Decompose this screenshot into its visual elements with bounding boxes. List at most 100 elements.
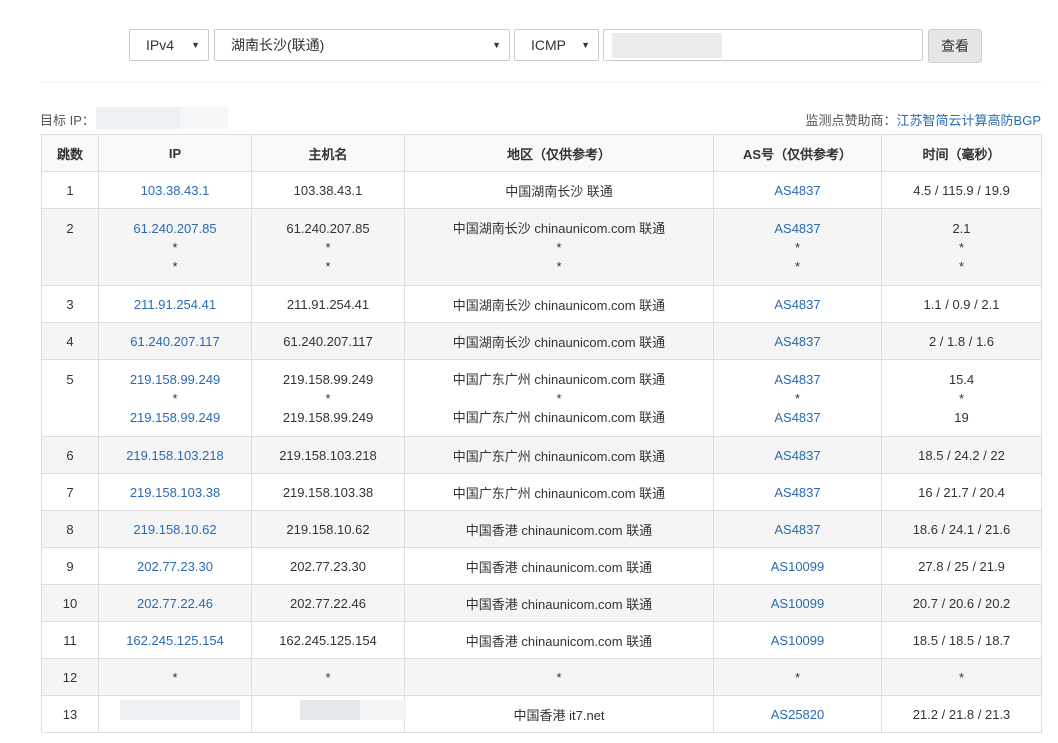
region-value: *: [556, 258, 562, 274]
as-value[interactable]: AS4837: [714, 448, 881, 463]
as-value[interactable]: AS4837: [714, 183, 881, 198]
as-value[interactable]: AS10099: [714, 596, 881, 611]
table-row: 6 219.158.103.218 219.158.103.218 中国广东广州 ch…: [41, 436, 1042, 474]
hostname-value: 61.240.207.117: [283, 333, 373, 349]
ip-value[interactable]: 219.158.10.62: [99, 522, 251, 537]
time-value: 20.7 / 20.6 / 20.2: [912, 595, 1011, 611]
time-value: 2.1: [952, 220, 971, 236]
region-cell: 中国湖南长沙 chinaunicom.com 联通 * *: [404, 208, 714, 286]
node-value: 湖南长沙(联通): [231, 37, 325, 53]
ip-cell: *: [98, 658, 252, 696]
hostname-value: 219.158.99.249: [282, 371, 374, 387]
as-cell: AS25820: [713, 695, 882, 733]
ip-value[interactable]: 219.158.103.38: [99, 485, 251, 500]
time-cell: 2 / 1.8 / 1.6: [881, 322, 1042, 360]
as-value[interactable]: AS4837: [714, 219, 881, 238]
as-cell: AS10099: [713, 547, 882, 585]
table-row: 11 162.245.125.154 162.245.125.154 中国香港 chi…: [41, 621, 1042, 659]
ip-value[interactable]: 219.158.99.249: [99, 408, 251, 427]
hostname-cell: 202.77.23.30: [251, 547, 405, 585]
region-cell: *: [404, 658, 714, 696]
as-value[interactable]: AS25820: [714, 707, 881, 722]
header-time: 时间（毫秒）: [881, 134, 1042, 172]
ip-value[interactable]: 162.245.125.154: [99, 633, 251, 648]
method-select[interactable]: ICMP ▼: [514, 29, 599, 61]
table-header-row: 跳数 IP 主机名 地区（仅供参考） AS号（仅供参考） 时间（毫秒）: [41, 134, 1042, 172]
as-value: *: [794, 390, 801, 406]
table-row: 7 219.158.103.38 219.158.103.38 中国广东广州 chin…: [41, 473, 1042, 511]
as-value[interactable]: AS4837: [714, 522, 881, 537]
ip-cell: 61.240.207.85 * *: [98, 208, 252, 286]
hop-cell: 12: [41, 658, 99, 696]
ip-value[interactable]: 202.77.23.30: [99, 559, 251, 574]
ip-value[interactable]: 211.91.254.41: [99, 297, 251, 312]
time-value: 16 / 21.7 / 20.4: [918, 484, 1005, 500]
ip-value[interactable]: 103.38.43.1: [99, 183, 251, 198]
region-cell: 中国广东广州 chinaunicom.com 联通: [404, 436, 714, 474]
hop-cell: 10: [41, 584, 99, 622]
ip-value[interactable]: 219.158.99.249: [99, 370, 251, 389]
hostname-value: *: [325, 239, 331, 255]
ip-value: *: [172, 258, 178, 274]
as-value: *: [794, 239, 801, 255]
redacted-hostname-part: [360, 700, 406, 720]
hostname-cell: *: [251, 658, 405, 696]
hostname-value: 202.77.22.46: [290, 595, 366, 611]
as-value[interactable]: AS10099: [714, 633, 881, 648]
hop-cell: 6: [41, 436, 99, 474]
table-row: 10 202.77.22.46 202.77.22.46 中国香港 chinaunic…: [41, 584, 1042, 622]
region-value: *: [556, 390, 562, 406]
as-value[interactable]: AS4837: [714, 297, 881, 312]
region-value: 中国香港 chinaunicom.com 联通: [465, 522, 653, 538]
ip-value: *: [172, 390, 178, 406]
hostname-cell: 61.240.207.117: [251, 322, 405, 360]
region-cell: 中国香港 it7.net: [404, 695, 714, 733]
as-cell: AS4837 * AS4837: [713, 359, 882, 437]
time-value: 4.5 / 115.9 / 19.9: [913, 182, 1010, 198]
time-value: 18.5 / 18.5 / 18.7: [912, 632, 1011, 648]
time-cell: 21.2 / 21.8 / 21.3: [881, 695, 1042, 733]
hop-cell: 8: [41, 510, 99, 548]
time-value: 2 / 1.8 / 1.6: [928, 333, 995, 349]
protocol-select[interactable]: IPv4 ▼: [129, 29, 209, 61]
caret-down-icon: ▼: [581, 40, 590, 50]
header-region: 地区（仅供参考）: [404, 134, 714, 172]
time-value: 15.4: [948, 371, 975, 387]
ip-cell: 211.91.254.41: [98, 285, 252, 323]
hostname-value: 103.38.43.1: [293, 182, 363, 198]
ip-value[interactable]: 219.158.103.218: [99, 448, 251, 463]
query-button[interactable]: 查看: [928, 29, 982, 63]
table-row: 8 219.158.10.62 219.158.10.62 中国香港 chinauni…: [41, 510, 1042, 548]
table-row: 4 61.240.207.117 61.240.207.117 中国湖南长沙 chin…: [41, 322, 1042, 360]
region-value: 中国香港 it7.net: [513, 707, 605, 723]
as-cell: AS4837: [713, 436, 882, 474]
monitor-node-select[interactable]: 湖南长沙(联通) ▼: [214, 29, 510, 61]
region-value: 中国香港 chinaunicom.com 联通: [465, 559, 653, 575]
caret-down-icon: ▼: [492, 40, 501, 50]
ip-cell: 219.158.103.218: [98, 436, 252, 474]
region-value: 中国广东广州 chinaunicom.com 联通: [452, 485, 666, 501]
region-value: *: [556, 239, 562, 255]
ip-cell: 61.240.207.117: [98, 322, 252, 360]
time-cell: 18.5 / 18.5 / 18.7: [881, 621, 1042, 659]
as-value[interactable]: AS10099: [714, 559, 881, 574]
as-value[interactable]: AS4837: [714, 408, 881, 427]
time-value: 18.5 / 24.2 / 22: [918, 447, 1005, 463]
region-value: 中国香港 chinaunicom.com 联通: [465, 596, 653, 612]
as-value[interactable]: AS4837: [714, 370, 881, 389]
divider: [40, 82, 1042, 83]
region-cell: 中国广东广州 chinaunicom.com 联通: [404, 473, 714, 511]
table-row: 12 * * * * *: [41, 658, 1042, 696]
hostname-value: 219.158.103.38: [282, 484, 374, 500]
ip-value[interactable]: 61.240.207.85: [99, 219, 251, 238]
ip-value[interactable]: 61.240.207.117: [99, 334, 251, 349]
target-host-input[interactable]: [603, 29, 923, 61]
sponsor-link[interactable]: 江苏智简云计算高防BGP: [897, 113, 1041, 128]
hostname-value: *: [325, 669, 331, 685]
header-as: AS号（仅供参考）: [713, 134, 882, 172]
as-value[interactable]: AS4837: [714, 485, 881, 500]
hop-cell: 2: [41, 208, 99, 286]
ip-value[interactable]: 202.77.22.46: [99, 596, 251, 611]
hostname-cell: 103.38.43.1: [251, 171, 405, 209]
as-value[interactable]: AS4837: [714, 334, 881, 349]
